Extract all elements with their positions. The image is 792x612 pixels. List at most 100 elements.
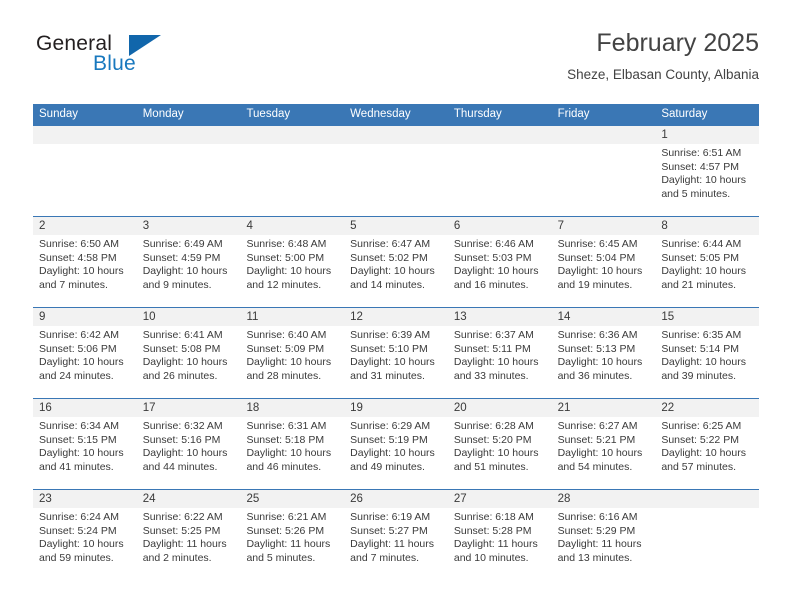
daylight-text: Daylight: 10 hours and 41 minutes.	[39, 447, 124, 473]
page-header: General Blue February 2025 Sheze, Elbasa…	[33, 28, 759, 98]
day-cell[interactable]: Sunrise: 6:36 AM Sunset: 5:13 PM Dayligh…	[552, 326, 656, 398]
day-cell[interactable]: Sunrise: 6:34 AM Sunset: 5:15 PM Dayligh…	[33, 417, 137, 489]
sunset-text: Sunset: 5:18 PM	[246, 433, 325, 446]
sunrise-text: Sunrise: 6:19 AM	[350, 511, 431, 523]
sunrise-text: Sunrise: 6:49 AM	[142, 238, 223, 250]
day-cell[interactable]: Sunrise: 6:42 AM Sunset: 5:06 PM Dayligh…	[33, 326, 137, 398]
daylight-text: Daylight: 10 hours and 12 minutes.	[246, 265, 332, 291]
daylight-text: Daylight: 10 hours and 33 minutes.	[453, 356, 539, 382]
weekday-header-saturday: Saturday	[661, 108, 708, 120]
day-cell[interactable]: Sunrise: 6:16 AM Sunset: 5:29 PM Dayligh…	[552, 508, 656, 580]
day-cell[interactable]: Sunrise: 6:48 AM Sunset: 5:00 PM Dayligh…	[240, 235, 344, 307]
day-cell[interactable]: Sunrise: 6:51 AM Sunset: 4:57 PM Dayligh…	[655, 144, 759, 216]
day-cell[interactable]: Sunrise: 6:18 AM Sunset: 5:28 PM Dayligh…	[448, 508, 552, 580]
day-number: 23	[39, 493, 52, 505]
day-cell[interactable]	[552, 144, 656, 216]
sunset-text: Sunset: 5:16 PM	[142, 433, 221, 446]
day-number: 18	[246, 402, 260, 414]
daylight-text: Daylight: 10 hours and 51 minutes.	[453, 447, 539, 473]
day-cell[interactable]: Sunrise: 6:27 AM Sunset: 5:21 PM Dayligh…	[552, 417, 656, 489]
day-number	[344, 126, 448, 144]
sunset-text: Sunset: 5:06 PM	[39, 342, 117, 355]
daylight-text: Daylight: 11 hours and 13 minutes.	[557, 538, 642, 564]
sunrise-text: Sunrise: 6:16 AM	[557, 511, 638, 523]
daylight-text: Daylight: 10 hours and 54 minutes.	[557, 447, 643, 473]
daylight-text: Daylight: 10 hours and 49 minutes.	[350, 447, 435, 473]
day-cell[interactable]: Sunrise: 6:32 AM Sunset: 5:16 PM Dayligh…	[137, 417, 241, 489]
week-row: 16 17 18 19 20 21 22 Sunrise: 6:34 AM Su…	[33, 398, 759, 489]
week-detail-band: Sunrise: 6:42 AM Sunset: 5:06 PM Dayligh…	[33, 326, 759, 398]
day-cell[interactable]	[448, 144, 552, 216]
weekday-header-wednesday: Wednesday	[350, 108, 411, 120]
daylight-text: Daylight: 10 hours and 36 minutes.	[557, 356, 643, 382]
day-cell[interactable]	[137, 144, 241, 216]
day-cell[interactable]: Sunrise: 6:28 AM Sunset: 5:20 PM Dayligh…	[448, 417, 552, 489]
day-number: 8	[661, 220, 668, 232]
sunset-text: Sunset: 5:21 PM	[557, 433, 636, 446]
sunset-text: Sunset: 5:09 PM	[246, 342, 325, 355]
day-cell[interactable]	[240, 144, 344, 216]
day-cell[interactable]: Sunrise: 6:47 AM Sunset: 5:02 PM Dayligh…	[344, 235, 448, 307]
sunset-text: Sunset: 5:26 PM	[246, 524, 325, 537]
sunset-text: Sunset: 5:05 PM	[661, 251, 739, 264]
day-cell[interactable]: Sunrise: 6:25 AM Sunset: 5:22 PM Dayligh…	[655, 417, 759, 489]
calendar-grid: Sunday Monday Tuesday Wednesday Thursday…	[33, 104, 759, 580]
sunset-text: Sunset: 4:57 PM	[661, 160, 739, 173]
sunrise-text: Sunrise: 6:35 AM	[661, 329, 742, 341]
day-cell[interactable]: Sunrise: 6:21 AM Sunset: 5:26 PM Dayligh…	[240, 508, 344, 580]
sunrise-text: Sunrise: 6:37 AM	[453, 329, 534, 341]
day-cell[interactable]: Sunrise: 6:50 AM Sunset: 4:58 PM Dayligh…	[33, 235, 137, 307]
daylight-text: Daylight: 10 hours and 59 minutes.	[39, 538, 124, 564]
day-cell[interactable]: Sunrise: 6:37 AM Sunset: 5:11 PM Dayligh…	[448, 326, 552, 398]
day-cell[interactable]: Sunrise: 6:41 AM Sunset: 5:08 PM Dayligh…	[137, 326, 241, 398]
sunrise-text: Sunrise: 6:50 AM	[39, 238, 119, 250]
day-cell[interactable]: Sunrise: 6:49 AM Sunset: 4:59 PM Dayligh…	[137, 235, 241, 307]
day-cell[interactable]: Sunrise: 6:39 AM Sunset: 5:10 PM Dayligh…	[344, 326, 448, 398]
day-cell[interactable]	[655, 508, 759, 580]
daylight-text: Daylight: 11 hours and 2 minutes.	[142, 538, 227, 564]
day-number: 26	[350, 493, 363, 505]
day-cell[interactable]	[344, 144, 448, 216]
day-cell[interactable]: Sunrise: 6:40 AM Sunset: 5:09 PM Dayligh…	[240, 326, 344, 398]
day-number: 14	[557, 311, 571, 323]
day-cell[interactable]: Sunrise: 6:45 AM Sunset: 5:04 PM Dayligh…	[552, 235, 656, 307]
sunrise-text: Sunrise: 6:18 AM	[453, 511, 534, 523]
brand-logo[interactable]: General Blue	[33, 32, 233, 84]
weekday-header-sunday: Sunday	[39, 108, 79, 120]
sunset-text: Sunset: 4:59 PM	[142, 251, 221, 264]
daylight-text: Daylight: 10 hours and 31 minutes.	[350, 356, 435, 382]
sunrise-text: Sunrise: 6:48 AM	[246, 238, 327, 250]
day-number: 9	[39, 311, 46, 323]
sunset-text: Sunset: 5:20 PM	[453, 433, 532, 446]
day-cell[interactable]: Sunrise: 6:35 AM Sunset: 5:14 PM Dayligh…	[655, 326, 759, 398]
week-detail-band: Sunrise: 6:50 AM Sunset: 4:58 PM Dayligh…	[33, 235, 759, 307]
daylight-text: Daylight: 11 hours and 7 minutes.	[350, 538, 435, 564]
day-cell[interactable]	[33, 144, 137, 216]
day-number: 13	[453, 311, 467, 323]
day-cell[interactable]: Sunrise: 6:29 AM Sunset: 5:19 PM Dayligh…	[344, 417, 448, 489]
day-cell[interactable]: Sunrise: 6:24 AM Sunset: 5:24 PM Dayligh…	[33, 508, 137, 580]
week-day-number-band: 1	[33, 126, 759, 144]
sunset-text: Sunset: 5:28 PM	[453, 524, 532, 537]
day-number	[448, 126, 552, 144]
daylight-text: Daylight: 10 hours and 39 minutes.	[661, 356, 746, 382]
daylight-text: Daylight: 11 hours and 10 minutes.	[453, 538, 538, 564]
day-number	[240, 126, 344, 144]
sunset-text: Sunset: 5:11 PM	[453, 342, 531, 355]
day-cell[interactable]: Sunrise: 6:31 AM Sunset: 5:18 PM Dayligh…	[240, 417, 344, 489]
day-cell[interactable]: Sunrise: 6:44 AM Sunset: 5:05 PM Dayligh…	[655, 235, 759, 307]
day-number	[33, 126, 137, 144]
daylight-text: Daylight: 10 hours and 21 minutes.	[661, 265, 746, 291]
sunrise-text: Sunrise: 6:32 AM	[142, 420, 223, 432]
sunset-text: Sunset: 5:19 PM	[350, 433, 428, 446]
day-number: 10	[142, 311, 156, 323]
day-number: 24	[142, 493, 156, 505]
day-number: 6	[453, 220, 461, 232]
day-number: 15	[661, 311, 675, 323]
sunrise-text: Sunrise: 6:44 AM	[661, 238, 742, 250]
day-cell[interactable]: Sunrise: 6:22 AM Sunset: 5:25 PM Dayligh…	[137, 508, 241, 580]
daylight-text: Daylight: 10 hours and 28 minutes.	[246, 356, 332, 382]
sunset-text: Sunset: 5:03 PM	[453, 251, 532, 264]
day-cell[interactable]: Sunrise: 6:46 AM Sunset: 5:03 PM Dayligh…	[448, 235, 552, 307]
day-cell[interactable]: Sunrise: 6:19 AM Sunset: 5:27 PM Dayligh…	[344, 508, 448, 580]
